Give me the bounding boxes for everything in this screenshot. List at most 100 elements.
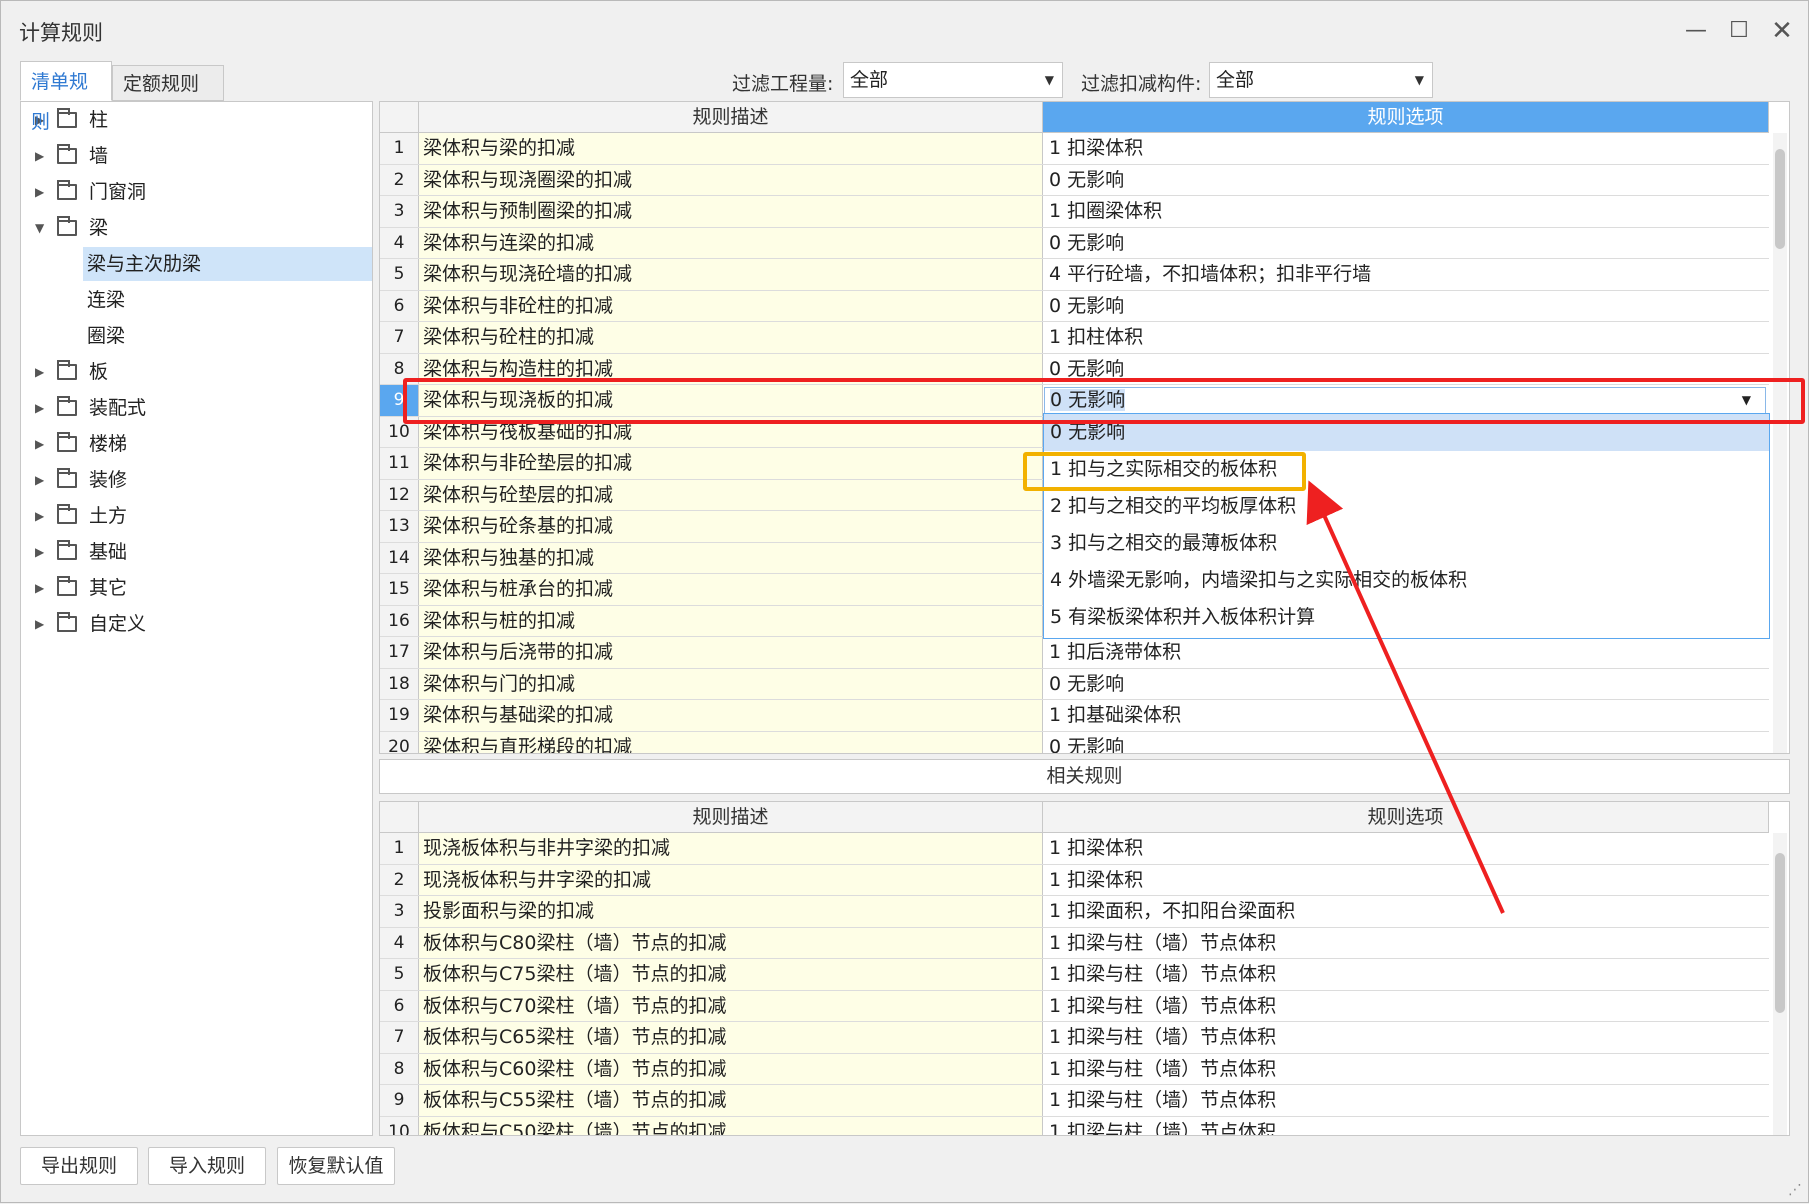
expand-right-icon[interactable]: ▶ [35, 427, 44, 461]
rule-option-cell[interactable]: 1 扣梁体积 [1043, 833, 1769, 864]
table-row[interactable]: 8 板体积与C60梁柱（墙）节点的扣减 1 扣梁与柱（墙）节点体积 [380, 1053, 1769, 1085]
table-row[interactable]: 9 板体积与C55梁柱（墙）节点的扣减 1 扣梁与柱（墙）节点体积 [380, 1085, 1769, 1117]
table-row[interactable]: 19 梁体积与基础梁的扣减 1 扣基础梁体积 [380, 700, 1769, 732]
rules-table-scrollbar[interactable] [1773, 133, 1787, 753]
expand-right-icon[interactable]: ▶ [35, 355, 44, 389]
rule-description-cell: 梁体积与门的扣减 [419, 668, 1043, 699]
option-dropdown-list[interactable]: 0 无影响 1 扣与之实际相交的板体积 2 扣与之相交的平均板厚体积 3 扣与之相交的… [1043, 413, 1770, 639]
expand-right-icon[interactable]: ▶ [35, 463, 44, 497]
table-row[interactable]: 3 梁体积与预制圈梁的扣减 1 扣圈梁体积 [380, 196, 1769, 228]
tree-item[interactable]: ▶ 基础 [21, 535, 372, 569]
row-number: 14 [380, 542, 419, 573]
rule-option-cell[interactable]: 0 无影响 [1043, 732, 1769, 754]
rule-option-cell[interactable]: 0 无影响 [1043, 669, 1769, 700]
tree-item[interactable]: 圈梁 [21, 319, 372, 353]
rule-option-cell[interactable]: 1 扣梁与柱（墙）节点体积 [1043, 1054, 1769, 1085]
tree-item[interactable]: ▶ 其它 [21, 571, 372, 605]
rule-option-cell[interactable]: 0 无影响 [1043, 228, 1769, 259]
header-rule-option[interactable]: 规则选项 [1043, 802, 1769, 833]
tab-bill-rules[interactable]: 清单规则 [20, 61, 112, 133]
row-number: 2 [380, 164, 419, 195]
tree-item[interactable]: 梁与主次肋梁 [83, 247, 372, 281]
close-icon[interactable]: ✕ [1762, 13, 1802, 49]
tree-item[interactable]: ▶ 装配式 [21, 391, 372, 425]
table-row[interactable]: 10 板体积与C50梁柱（墙）节点的扣减 1 扣梁与柱（墙）节点体积 [380, 1116, 1769, 1136]
scrollbar-thumb[interactable] [1775, 853, 1785, 1013]
related-table-scrollbar[interactable] [1773, 833, 1787, 1135]
rule-option-cell[interactable]: 1 扣基础梁体积 [1043, 700, 1769, 731]
dropdown-option[interactable]: 3 扣与之相交的最薄板体积 [1044, 525, 1769, 562]
tree-item[interactable]: ▶ 土方 [21, 499, 372, 533]
rule-option-cell[interactable]: 1 扣梁与柱（墙）节点体积 [1043, 1117, 1769, 1136]
rule-description-cell: 梁体积与砼垫层的扣减 [419, 479, 1043, 510]
header-rule-description[interactable]: 规则描述 [419, 102, 1043, 133]
tab-quota-rules[interactable]: 定额规则 [112, 65, 224, 101]
rule-option-cell[interactable]: 1 扣梁与柱（墙）节点体积 [1043, 1085, 1769, 1116]
table-row[interactable]: 20 梁体积与直形梯段的扣减 0 无影响 [380, 731, 1769, 754]
expand-right-icon[interactable]: ▶ [35, 391, 44, 425]
expand-right-icon[interactable]: ▶ [35, 175, 44, 209]
table-row[interactable]: 2 现浇板体积与井字梁的扣减 1 扣梁体积 [380, 864, 1769, 896]
dropdown-option[interactable]: 2 扣与之相交的平均板厚体积 [1044, 488, 1769, 525]
import-rules-button[interactable]: 导入规则 [148, 1147, 266, 1185]
filter-component-value: 全部 [1216, 69, 1255, 91]
restore-defaults-button[interactable]: 恢复默认值 [277, 1147, 395, 1185]
export-rules-button[interactable]: 导出规则 [20, 1147, 138, 1185]
header-rule-description[interactable]: 规则描述 [419, 802, 1043, 833]
dropdown-option[interactable]: 5 有梁板梁体积并入板体积计算 [1044, 599, 1769, 636]
minimize-icon[interactable]: — [1676, 13, 1716, 49]
window-title: 计算规则 [19, 21, 103, 45]
table-row[interactable]: 1 梁体积与梁的扣减 1 扣梁体积 [380, 133, 1769, 165]
tree-item[interactable]: ▶ 墙 [21, 139, 372, 173]
rule-option-cell[interactable]: 1 扣梁与柱（墙）节点体积 [1043, 1022, 1769, 1053]
rule-option-cell[interactable]: 4 平行砼墙，不扣墙体积；扣非平行墙 [1043, 259, 1769, 290]
resize-grip-icon[interactable]: ⋰ [1788, 1182, 1802, 1198]
table-row[interactable]: 18 梁体积与门的扣减 0 无影响 [380, 668, 1769, 700]
dropdown-option[interactable]: 4 外墙梁无影响，内墙梁扣与之实际相交的板体积 [1044, 562, 1769, 599]
table-row[interactable]: 3 投影面积与梁的扣减 1 扣梁面积，不扣阳台梁面积 [380, 896, 1769, 928]
rule-option-cell[interactable]: 1 扣梁体积 [1043, 133, 1769, 164]
table-row[interactable]: 7 梁体积与砼柱的扣减 1 扣柱体积 [380, 322, 1769, 354]
rule-option-cell[interactable]: 1 扣梁与柱（墙）节点体积 [1043, 928, 1769, 959]
expand-down-icon[interactable]: ▼ [35, 211, 44, 245]
tree-item[interactable]: ▶ 装修 [21, 463, 372, 497]
rule-option-cell[interactable]: 1 扣梁面积，不扣阳台梁面积 [1043, 896, 1769, 927]
table-row[interactable]: 5 板体积与C75梁柱（墙）节点的扣减 1 扣梁与柱（墙）节点体积 [380, 959, 1769, 991]
rule-option-cell[interactable]: 0 无影响 [1043, 165, 1769, 196]
tree-item[interactable]: ▼ 梁 [21, 211, 372, 245]
expand-right-icon[interactable]: ▶ [35, 139, 44, 173]
table-row[interactable]: 7 板体积与C65梁柱（墙）节点的扣减 1 扣梁与柱（墙）节点体积 [380, 1022, 1769, 1054]
header-rule-option[interactable]: 规则选项 [1043, 102, 1769, 133]
table-row[interactable]: 6 梁体积与非砼柱的扣减 0 无影响 [380, 290, 1769, 322]
related-rules-table: 规则描述 规则选项 1 现浇板体积与非井字梁的扣减 1 扣梁体积 2 现浇板体积与井字梁… [379, 801, 1790, 1136]
table-row[interactable]: 4 板体积与C80梁柱（墙）节点的扣减 1 扣梁与柱（墙）节点体积 [380, 927, 1769, 959]
tree-item[interactable]: ▶ 楼梯 [21, 427, 372, 461]
tree-item[interactable]: ▶ 板 [21, 355, 372, 389]
maximize-icon[interactable]: ☐ [1719, 13, 1759, 49]
rule-option-cell[interactable]: 1 扣梁体积 [1043, 865, 1769, 896]
table-row[interactable]: 2 梁体积与现浇圈梁的扣减 0 无影响 [380, 164, 1769, 196]
filter-quantity-select[interactable]: 全部 ▼ [843, 62, 1063, 98]
rule-option-cell[interactable]: 1 扣梁与柱（墙）节点体积 [1043, 991, 1769, 1022]
expand-right-icon[interactable]: ▶ [35, 571, 44, 605]
tree-item[interactable]: ▶柱 [21, 103, 372, 137]
filter-component-select[interactable]: 全部 ▼ [1209, 62, 1433, 98]
table-row[interactable]: 5 梁体积与现浇砼墙的扣减 4 平行砼墙，不扣墙体积；扣非平行墙 [380, 259, 1769, 291]
tree-item[interactable]: 连梁 [21, 283, 372, 317]
expand-right-icon[interactable]: ▶ [35, 499, 44, 533]
table-row[interactable]: 17 梁体积与后浇带的扣减 1 扣后浇带体积 [380, 637, 1769, 669]
table-row[interactable]: 1 现浇板体积与非井字梁的扣减 1 扣梁体积 [380, 833, 1769, 865]
rule-option-cell[interactable]: 1 扣梁与柱（墙）节点体积 [1043, 959, 1769, 990]
expand-right-icon[interactable]: ▶ [35, 607, 44, 641]
rule-option-cell[interactable]: 1 扣柱体积 [1043, 322, 1769, 353]
tree-item[interactable]: ▶ 门窗洞 [21, 175, 372, 209]
scrollbar-thumb[interactable] [1775, 149, 1785, 249]
tree-item[interactable]: ▶ 自定义 [21, 607, 372, 641]
row-number: 7 [380, 1022, 419, 1053]
rule-option-cell[interactable]: 1 扣后浇带体积 [1043, 637, 1769, 668]
expand-right-icon[interactable]: ▶ [35, 535, 44, 569]
table-row[interactable]: 6 板体积与C70梁柱（墙）节点的扣减 1 扣梁与柱（墙）节点体积 [380, 990, 1769, 1022]
rule-option-cell[interactable]: 1 扣圈梁体积 [1043, 196, 1769, 227]
rule-option-cell[interactable]: 0 无影响 [1043, 291, 1769, 322]
table-row[interactable]: 4 梁体积与连梁的扣减 0 无影响 [380, 227, 1769, 259]
